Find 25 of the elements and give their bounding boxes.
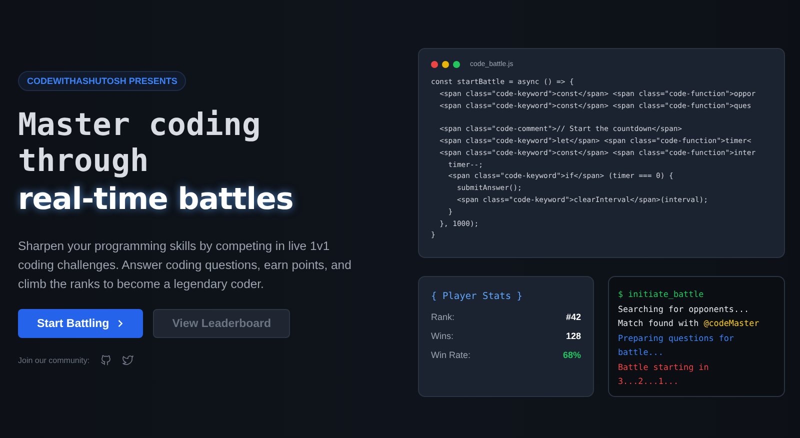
bird-icon[interactable]: [122, 354, 134, 366]
minimize-dot-icon: [442, 61, 449, 68]
stat-value: 68%: [562, 350, 581, 362]
terminal-line: Searching for opponents...: [618, 302, 750, 316]
stat-label: Wins:: [431, 331, 454, 343]
description-text: Sharpen your programming skills by competing in live 1v1 coding challenges. Answer coding questions, earn points, and climb the ranks to become a legendary coder.: [18, 238, 352, 293]
terminal-line: Match found with @codeMaster: [618, 317, 760, 330]
stat-value: #42: [566, 312, 581, 324]
terminal-line: Battle starting in 3...2...1...: [618, 360, 710, 388]
stats-title: { Player Stats }: [431, 291, 524, 302]
stat-label: Rank:: [431, 312, 455, 324]
github-icon[interactable]: [100, 354, 112, 366]
start-button[interactable]: Start Battling: [18, 309, 144, 338]
community-label: Join our community:: [18, 356, 90, 364]
terminal-line: Preparing questions for battle...: [618, 332, 735, 359]
headline-text: Master coding: [18, 107, 262, 143]
maximize-dot-icon: [453, 61, 460, 68]
chevron-icon: [117, 319, 124, 328]
close-dot-icon: [431, 61, 438, 68]
headline-text: through: [18, 143, 150, 179]
stat-label: Win Rate:: [431, 350, 471, 362]
headline-highlight: real-time battles: [18, 181, 294, 219]
presenter-badge: CODEWITHASHUTOSH PRESENTS: [18, 71, 186, 91]
terminal-line: $ initiate_battle: [618, 288, 705, 301]
stat-value: 128: [566, 331, 581, 343]
